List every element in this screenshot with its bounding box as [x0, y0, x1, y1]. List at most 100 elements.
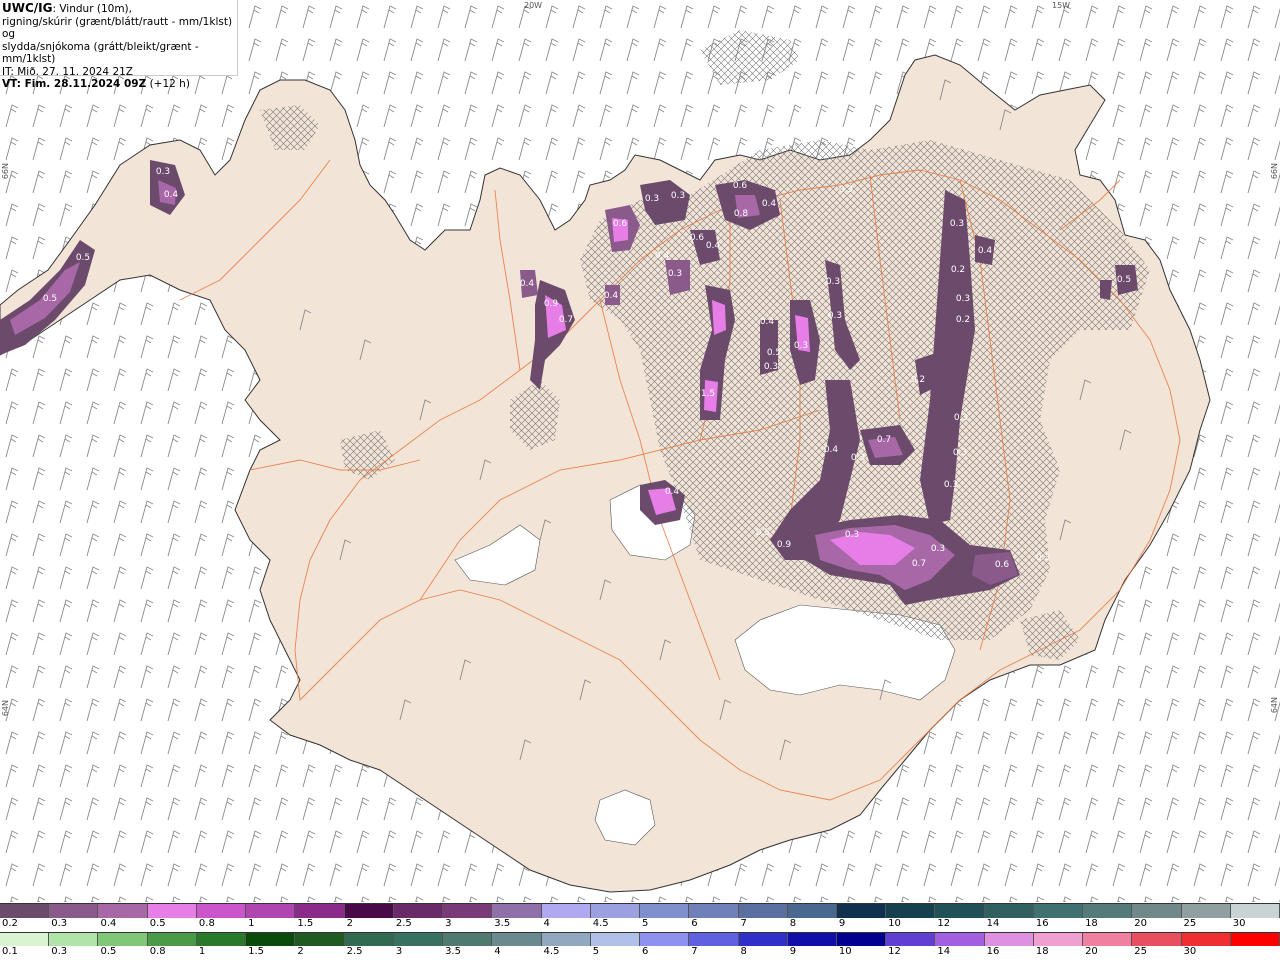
precip-value-label: 0.3	[953, 448, 967, 458]
precip-value-label: 0.3	[828, 311, 842, 321]
scale-swatch	[886, 933, 936, 946]
scale-label: 3	[445, 918, 452, 929]
scale-swatch	[787, 933, 837, 946]
precip-value-label: 0.4	[760, 317, 775, 327]
scale-swatch	[689, 933, 739, 946]
precip-value-label: 0.3	[671, 191, 685, 201]
scale-swatch	[1083, 904, 1133, 918]
scale-swatch	[1230, 933, 1280, 946]
rain-scale-labels: 0.1 0.3 0.5 0.8 1 1.5 2 2.5 3 3.5 4 4.5 5 6 7 8 9 10 12 14 1…	[0, 946, 1280, 960]
scale-label: 8	[740, 946, 747, 957]
scale-swatch	[147, 933, 197, 946]
scale-swatch	[935, 933, 985, 946]
precip-value-label: 0.5	[43, 294, 57, 304]
scale-swatch	[738, 904, 788, 918]
coord-left-lower: 64N	[1, 700, 10, 717]
initial-time: IT: Mið. 27. 11. 2024 21Z	[2, 65, 133, 78]
scale-swatch	[1181, 904, 1231, 918]
precip-value-label: 0.3	[826, 277, 840, 287]
header-line3: slydda/snjókoma (grátt/bleikt/grænt - mm…	[2, 40, 199, 66]
scale-label: 10	[888, 918, 901, 929]
snow-color-scale	[0, 903, 1280, 918]
scale-label: 1	[248, 918, 255, 929]
scale-swatch	[1132, 933, 1182, 946]
scale-swatch	[492, 933, 542, 946]
scale-label: 0.1	[2, 946, 18, 957]
precip-value-label: 0.3	[156, 167, 170, 177]
scale-swatch	[1083, 933, 1133, 946]
precip-value-label: 0.6	[613, 219, 628, 229]
rain-color-scale	[0, 932, 1280, 946]
coord-right-lower: 64N	[1270, 697, 1279, 714]
scale-swatch	[295, 904, 345, 918]
precip-value-label: 0.3	[1036, 553, 1050, 563]
precip-value-label: 0.2	[956, 315, 970, 325]
coord-right-upper: 66N	[1270, 163, 1279, 180]
precip-value-label: 0.8	[734, 209, 749, 219]
scale-swatch	[836, 933, 887, 946]
precip-value-label: 0.4	[762, 199, 777, 209]
scale-swatch	[935, 904, 985, 918]
precip-value-label: 0.6	[733, 181, 748, 191]
precip-value-label: 0.7	[912, 559, 926, 569]
scale-swatch	[98, 904, 148, 918]
scale-swatch	[443, 933, 493, 946]
precip-value-label: 0.4	[655, 251, 670, 261]
precip-value-label: 0.3	[931, 544, 945, 554]
precip-value-label: 0.4	[824, 445, 839, 455]
scale-swatch	[541, 933, 591, 946]
scale-swatch	[787, 904, 837, 918]
scale-swatch	[344, 904, 394, 918]
precip-value-label: 0.6	[995, 560, 1010, 570]
scale-label: 6	[691, 918, 698, 929]
precip-value-label: 0.5	[76, 253, 90, 263]
scale-swatch	[640, 904, 690, 918]
precip-value-label: 0.4	[978, 246, 993, 256]
scale-swatch	[49, 904, 99, 918]
precip-value-label: 0.3	[668, 269, 682, 279]
scale-label: 5	[642, 918, 649, 929]
scale-swatch	[689, 904, 739, 918]
map-header: UWC/IG: Vindur (10m), rigning/skúrir (gr…	[0, 0, 238, 90]
scale-label: 0.8	[198, 918, 215, 929]
scale-swatch	[147, 904, 197, 918]
scale-swatch	[738, 933, 788, 946]
scale-label: 4	[543, 918, 550, 929]
scale-label: 8	[789, 918, 797, 929]
precip-value-label: 0.9	[544, 299, 559, 309]
scale-label: 18	[1035, 946, 1049, 957]
scale-label: 0.3	[51, 918, 68, 929]
scale-label: 0.5	[100, 946, 117, 957]
scale-swatch	[196, 933, 247, 946]
scale-label: 0.4	[100, 918, 117, 929]
scale-label: 7	[740, 918, 747, 929]
scale-label: 25	[1183, 918, 1197, 929]
scale-label: 0.2	[2, 918, 18, 929]
scale-swatch	[541, 904, 591, 918]
scale-swatch	[984, 904, 1034, 918]
scale-label: 2.5	[346, 946, 363, 957]
precip-value-label: 0.7	[877, 435, 891, 445]
scale-label: 4.5	[543, 946, 560, 957]
scale-label: 7	[691, 946, 698, 957]
scale-swatch	[295, 933, 345, 946]
precip-value-label: 0.3	[944, 480, 958, 490]
scale-swatch	[1230, 904, 1280, 918]
scale-label: 9	[789, 946, 797, 957]
precip-value-label: 0.6	[690, 233, 705, 243]
coord-top-right: 15W	[1052, 1, 1071, 10]
precip-value-label: 0.4	[164, 190, 179, 200]
scale-swatch	[590, 904, 641, 918]
scale-swatch	[246, 933, 296, 946]
precip-value-label: 0.7	[559, 315, 573, 325]
coord-left-upper: 66N	[1, 163, 10, 180]
precip-value-label: 0.3	[845, 530, 859, 540]
scale-label: 14	[937, 946, 951, 957]
scale-swatch	[1033, 904, 1084, 918]
scale-label: 30	[1232, 918, 1246, 929]
precip-value-label: 0.3	[950, 219, 964, 229]
scale-label: 3.5	[494, 918, 511, 929]
valid-time: VT: Fim. 28.11.2024 09Z	[2, 78, 147, 90]
scale-swatch	[886, 904, 936, 918]
scale-swatch	[0, 904, 50, 918]
